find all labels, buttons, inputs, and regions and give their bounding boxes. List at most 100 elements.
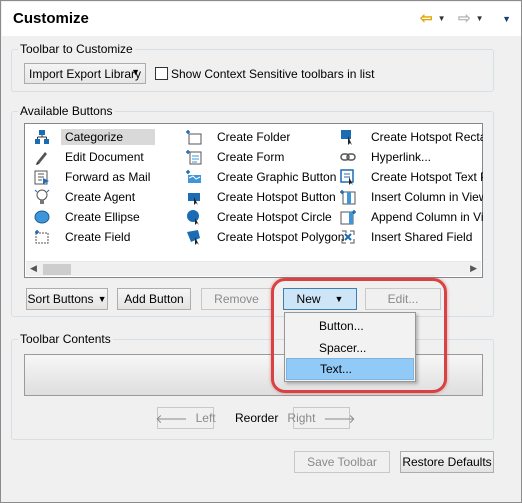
arrow-left-icon: ⇦ <box>420 10 433 27</box>
chevron-down-icon: ▼ <box>475 14 484 23</box>
field-icon <box>33 229 51 245</box>
form-icon <box>185 149 203 165</box>
insert-column-icon <box>339 189 357 205</box>
new-button-label: New <box>296 292 321 306</box>
menu-item-label: Spacer... <box>319 341 367 355</box>
list-item-label: Insert Column in View <box>371 189 483 204</box>
list-item-create-ellipse[interactable]: Create Ellipse <box>33 207 140 226</box>
group-legend: Available Buttons <box>20 104 113 118</box>
dialog-title: Customize <box>13 10 89 27</box>
customize-dialog: Customize ⇦ ▼ ⇨ ▼ ▼ Toolbar to Customize… <box>0 0 522 503</box>
forward-mail-icon <box>33 169 51 185</box>
list-item-label: Forward as Mail <box>65 169 151 184</box>
list-item-label: Edit Document <box>65 149 144 164</box>
list-item-label: Insert Shared Field <box>371 229 473 244</box>
list-item-categorize[interactable]: Categorize <box>33 127 156 146</box>
context-sensitive-label: Show Context Sensitive toolbars in list <box>171 67 375 81</box>
agent-bulb-icon <box>33 189 51 205</box>
list-item-label: Create Field <box>65 229 131 244</box>
new-dropdown-menu: Button... Spacer... Text... <box>284 312 416 382</box>
list-item-label: Hyperlink... <box>371 149 432 164</box>
view-menu-icon[interactable]: ▼ <box>502 14 511 24</box>
restore-defaults-label: Restore Defaults <box>402 455 492 469</box>
list-item-create-form[interactable]: Create Form <box>185 147 284 166</box>
save-toolbar-label: Save Toolbar <box>307 455 377 469</box>
chevron-down-icon: ▼ <box>334 294 344 304</box>
list-item-insert-column-in-view[interactable]: Insert Column in View <box>339 187 483 206</box>
list-item-hyperlink[interactable]: Hyperlink... <box>339 147 483 166</box>
hotspot-button-icon <box>185 189 203 205</box>
list-item-label: Create Hotspot Button <box>217 189 336 204</box>
title-bar: Customize ⇦ ▼ ⇨ ▼ ▼ <box>2 2 521 36</box>
list-item-create-folder[interactable]: Create Folder <box>185 127 290 146</box>
scrollbar-thumb[interactable] <box>43 264 71 275</box>
list-item-label: Create Folder <box>217 129 291 144</box>
menu-item-button[interactable]: Button... <box>286 315 414 337</box>
forward-button[interactable]: ⇨ ▼ <box>458 11 484 27</box>
arrow-right-icon: 🡒 <box>323 411 356 426</box>
list-item-create-hotspot-text-popup[interactable]: Create Hotspot Text Pop <box>339 167 483 186</box>
scroll-left-icon[interactable]: ◀ <box>30 263 37 274</box>
hotspot-rectangle-icon <box>339 129 357 145</box>
list-item-create-hotspot-polygon[interactable]: Create Hotspot Polygon <box>185 227 344 246</box>
categorize-icon <box>33 129 51 145</box>
save-toolbar-button[interactable]: Save Toolbar <box>294 451 390 473</box>
back-button[interactable]: ⇦ ▼ <box>420 11 446 27</box>
list-item-label: Create Agent <box>65 189 136 204</box>
new-button[interactable]: New ▼ <box>283 288 357 310</box>
toolbar-select-value: Import Export Library <box>29 66 142 81</box>
hotspot-polygon-icon <box>185 229 203 245</box>
add-button-label: Add Button <box>124 292 184 306</box>
pencil-icon <box>33 149 51 165</box>
list-item-create-hotspot-circle[interactable]: Create Hotspot Circle <box>185 207 332 226</box>
restore-defaults-button[interactable]: Restore Defaults <box>400 451 494 473</box>
list-item-create-hotspot-rectangle[interactable]: Create Hotspot Rectang <box>339 127 483 146</box>
list-item-create-agent[interactable]: Create Agent <box>33 187 135 206</box>
list-item-label: Append Column in View <box>371 209 483 224</box>
arrow-left-icon: 🡐 <box>155 411 188 426</box>
chevron-down-icon: ▼ <box>131 67 140 77</box>
folder-icon <box>185 129 203 145</box>
list-item-label: Create Hotspot Rectang <box>371 129 483 144</box>
group-legend: Toolbar to Customize <box>20 42 133 56</box>
reorder-label: Reorder <box>235 411 279 425</box>
sort-buttons-button[interactable]: Sort Buttons ▼ <box>26 288 108 310</box>
list-item-append-column-in-view[interactable]: Append Column in View <box>339 207 483 226</box>
menu-item-text[interactable]: Text... <box>286 358 414 380</box>
hotspot-circle-icon <box>185 209 203 225</box>
list-item-label: Create Graphic Button <box>217 169 337 184</box>
list-item-label: Categorize <box>61 128 156 145</box>
append-column-icon <box>339 209 357 225</box>
list-item-insert-shared-field[interactable]: Insert Shared Field <box>339 227 483 246</box>
list-item-label: Create Hotspot Text Pop <box>371 169 483 184</box>
shared-field-icon <box>339 229 357 245</box>
edit-button[interactable]: Edit... <box>365 288 441 310</box>
list-item-create-hotspot-button[interactable]: Create Hotspot Button <box>185 187 336 206</box>
list-item-edit-document[interactable]: Edit Document <box>33 147 144 166</box>
available-buttons-list[interactable]: Categorize Edit Document Forward as Mail… <box>24 123 483 278</box>
chevron-down-icon: ▼ <box>97 294 107 304</box>
scroll-right-icon[interactable]: ▶ <box>470 263 477 274</box>
move-right-button[interactable]: Right 🡒 <box>287 407 356 429</box>
list-item-label: Create Hotspot Circle <box>217 209 332 224</box>
edit-button-label: Edit... <box>387 292 419 306</box>
horizontal-scrollbar[interactable]: ◀ ▶ <box>26 261 481 276</box>
list-item-label: Create Form <box>217 149 285 164</box>
list-item-create-graphic-button[interactable]: Create Graphic Button <box>185 167 336 186</box>
group-legend: Toolbar Contents <box>20 332 111 346</box>
remove-button-label: Remove <box>214 292 259 306</box>
context-sensitive-checkbox[interactable] <box>155 67 168 80</box>
add-button[interactable]: Add Button <box>117 288 191 310</box>
ellipse-icon <box>33 209 51 225</box>
move-left-label: Left <box>195 411 216 425</box>
remove-button[interactable]: Remove <box>201 288 272 310</box>
toolbar-select[interactable]: Import Export Library ▼ <box>24 63 146 84</box>
move-left-button[interactable]: 🡐 Left <box>155 407 216 429</box>
move-right-label: Right <box>287 411 316 425</box>
menu-item-label: Text... <box>320 362 353 376</box>
list-item-forward-as-mail[interactable]: Forward as Mail <box>33 167 150 186</box>
sort-buttons-label: Sort Buttons <box>27 292 94 306</box>
hyperlink-icon <box>339 149 357 165</box>
list-item-create-field[interactable]: Create Field <box>33 227 130 246</box>
menu-item-spacer[interactable]: Spacer... <box>286 337 414 359</box>
